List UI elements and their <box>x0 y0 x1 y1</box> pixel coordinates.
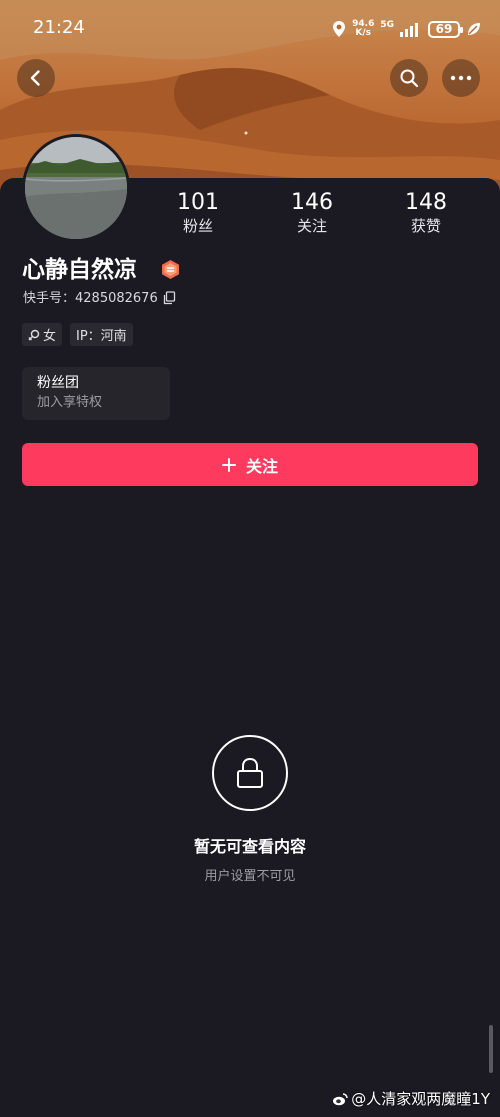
network-type: 5G <box>380 19 394 30</box>
avatar[interactable] <box>22 134 130 242</box>
search-icon <box>400 69 419 88</box>
avatar-image <box>25 137 127 239</box>
empty-state-subtitle: 用户设置不可见 <box>204 869 296 884</box>
fan-group-card[interactable]: 粉丝团 加入享特权 <box>22 367 170 420</box>
profile-content <box>0 178 500 1117</box>
search-button[interactable] <box>390 59 428 97</box>
scrollbar[interactable] <box>489 1025 493 1073</box>
net-speed-unit: K/s <box>355 28 372 38</box>
battery-indicator: 69 <box>428 20 463 38</box>
stat-label: 关注 <box>296 217 327 235</box>
stat-label: 粉丝 <box>182 217 213 235</box>
follow-button[interactable]: 关注 <box>22 443 478 486</box>
empty-state-title: 暂无可查看内容 <box>193 837 306 856</box>
chevron-left-icon <box>30 70 40 86</box>
weibo-logo-icon <box>333 1092 349 1105</box>
lock-icon <box>237 757 263 788</box>
stat-followers[interactable]: 101 粉丝 <box>153 190 243 236</box>
profile-name: 心静自然凉 <box>22 257 137 283</box>
stat-value: 101 <box>177 190 219 215</box>
ip-location-tag: IP：河南 <box>70 323 133 346</box>
status-indicators: 94.6 K/s 5G 69 <box>332 18 482 40</box>
battery-level: 69 <box>435 22 453 36</box>
stat-value: 146 <box>291 190 333 215</box>
signal-icon <box>400 23 418 37</box>
back-button[interactable] <box>17 59 55 97</box>
fan-group-title: 粉丝团 <box>37 375 79 391</box>
level-badge-icon <box>162 260 179 279</box>
copy-icon[interactable] <box>163 291 176 305</box>
net-speed: 94.6 K/s <box>352 20 374 38</box>
female-symbol-icon <box>28 329 40 340</box>
more-dots-icon <box>450 75 472 81</box>
more-button[interactable] <box>442 59 480 97</box>
leaf-icon <box>468 23 480 35</box>
stat-label: 获赞 <box>410 217 441 235</box>
gender-label: 女 <box>43 329 57 344</box>
status-time: 21:24 <box>33 17 85 38</box>
user-id: 快手号：4285082676 <box>23 291 158 306</box>
status-bar: 21:24 94.6 K/s 5G 69 <box>0 0 500 56</box>
plus-icon <box>221 457 236 472</box>
stat-likes[interactable]: 148 获赞 <box>381 190 471 236</box>
location-icon <box>333 21 346 37</box>
ip-label: IP：河南 <box>76 329 127 344</box>
lock-circle <box>212 735 288 811</box>
stat-following[interactable]: 146 关注 <box>267 190 357 236</box>
stat-value: 148 <box>405 190 447 215</box>
gender-tag: 女 <box>22 323 63 346</box>
watermark: @人清家观两魔瞳1Y <box>332 1088 490 1109</box>
follow-label: 关注 <box>245 456 278 476</box>
fan-group-subtitle: 加入享特权 <box>37 395 103 410</box>
watermark-text: @人清家观两魔瞳1Y <box>351 1090 490 1108</box>
